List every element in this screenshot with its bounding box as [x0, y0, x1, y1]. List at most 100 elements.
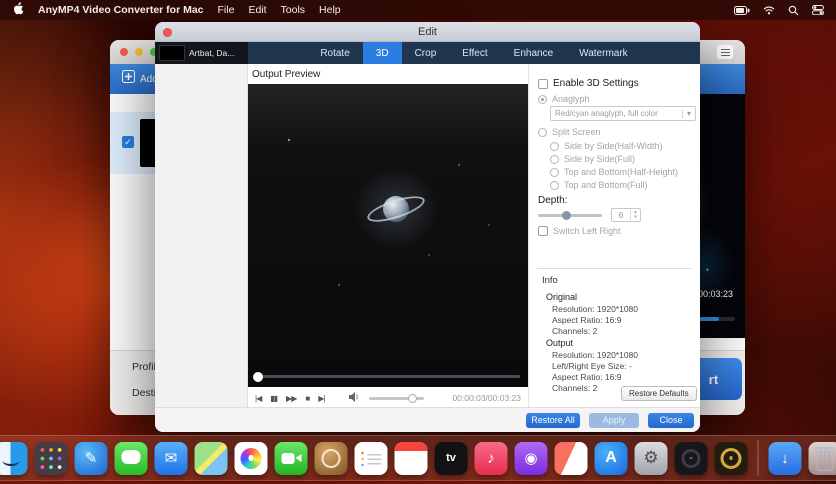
downloads-icon[interactable]: ↓ — [768, 441, 802, 475]
battery-icon[interactable] — [734, 5, 750, 15]
facetime-icon[interactable] — [274, 441, 308, 475]
enable-3d-checkbox[interactable] — [538, 78, 548, 89]
anaglyph-mode-value: Red/cyan anaglyph, full color — [555, 109, 658, 118]
list-view-button[interactable] — [717, 45, 733, 59]
row-checkbox[interactable]: ✓ — [122, 136, 134, 148]
anaglyph-radio[interactable] — [538, 94, 547, 104]
podcasts-icon[interactable]: ◉ — [514, 441, 548, 475]
desktop-wallpaper: AnyMP4 Video Converter for Mac File Edit… — [0, 0, 836, 484]
maps-icon[interactable] — [194, 441, 228, 475]
menubar-app-name[interactable]: AnyMP4 Video Converter for Mac — [38, 4, 204, 16]
output-eye-size: Left/Right Eye Size: - — [552, 361, 632, 371]
dock: ✎ ✉ tv ♪ ◉ A ⚙ ↓ — [0, 435, 836, 481]
depth-slider[interactable] — [538, 211, 602, 220]
next-frame-button[interactable]: ▶| — [318, 394, 325, 403]
minimize-window-button[interactable] — [135, 48, 143, 56]
menu-help[interactable]: Help — [319, 4, 341, 16]
tab-3d[interactable]: 3D — [362, 42, 402, 64]
markup-app-icon[interactable]: ✎ — [74, 441, 108, 475]
pause-button[interactable]: ▮▮ — [270, 394, 278, 403]
tab-enhance[interactable]: Enhance — [501, 42, 566, 64]
close-window-button[interactable] — [120, 48, 128, 56]
top-bottom-half-label: Top and Bottom(Half-Height) — [564, 167, 679, 177]
stop-button[interactable]: ■ — [305, 394, 310, 403]
wifi-icon[interactable] — [763, 5, 775, 15]
disc-app-icon[interactable] — [674, 441, 708, 475]
previous-frame-button[interactable]: |◀ — [255, 394, 262, 403]
system-settings-icon[interactable]: ⚙ — [634, 441, 668, 475]
original-aspect-ratio: Aspect Ratio: 16:9 — [552, 315, 622, 325]
seek-handle[interactable] — [253, 372, 263, 382]
add-file-icon — [122, 70, 135, 88]
top-bottom-full-radio[interactable] — [550, 180, 559, 190]
seek-bar[interactable] — [256, 375, 520, 378]
photos-icon[interactable] — [234, 441, 268, 475]
edit-dialog-title: Edit — [418, 25, 437, 38]
side-by-side-full-radio[interactable] — [550, 154, 559, 164]
clip-duration: 00:03:23 — [697, 289, 733, 299]
note-glyph: ♪ — [487, 449, 495, 467]
close-dialog-button[interactable] — [163, 28, 172, 37]
gear-glyph: ⚙ — [643, 448, 659, 467]
tab-crop[interactable]: Crop — [402, 42, 450, 64]
app-store-icon[interactable]: A — [594, 441, 628, 475]
restore-all-button[interactable]: Restore All — [526, 412, 580, 428]
menu-file[interactable]: File — [218, 4, 235, 16]
anaglyph-label: Anaglyph — [552, 94, 590, 104]
volume-icon[interactable] — [349, 389, 360, 407]
close-button[interactable]: Close — [648, 412, 694, 428]
podcasts-glyph: ◉ — [524, 450, 538, 467]
finder-icon[interactable] — [0, 441, 28, 475]
enable-3d-label: Enable 3D Settings — [553, 78, 639, 89]
edit-titlebar: Edit — [155, 22, 700, 42]
reminders-icon[interactable] — [354, 441, 388, 475]
dock-divider — [757, 440, 759, 476]
video-list-sidebar — [155, 64, 248, 407]
depth-slider-handle[interactable] — [562, 211, 571, 220]
original-channels: Channels: 2 — [552, 326, 598, 336]
tab-watermark[interactable]: Watermark — [566, 42, 641, 64]
pen-glyph: ✎ — [84, 450, 98, 467]
restore-defaults-button[interactable]: Restore Defaults — [621, 386, 697, 401]
split-screen-radio[interactable] — [538, 127, 547, 137]
original-title: Original — [546, 292, 578, 302]
control-center-icon[interactable] — [812, 5, 824, 15]
apple-menu-icon[interactable] — [12, 2, 24, 18]
trash-icon[interactable] — [808, 441, 836, 475]
mail-icon[interactable]: ✉ — [154, 441, 188, 475]
round-brown-app-icon[interactable] — [314, 441, 348, 475]
menu-tools[interactable]: Tools — [281, 4, 306, 16]
edit-tab-bar: Rotate 3D Crop Effect Enhance Watermark — [248, 42, 700, 64]
sidebar-video-label: Artbat, Da... — [189, 48, 235, 58]
apple-tv-icon[interactable]: tv — [434, 441, 468, 475]
video-converter-icon[interactable] — [714, 441, 748, 475]
anaglyph-mode-dropdown[interactable]: Red/cyan anaglyph, full color ▾ — [550, 106, 696, 121]
music-icon[interactable]: ♪ — [474, 441, 508, 475]
info-title: Info — [542, 275, 558, 286]
depth-label: Depth: — [538, 195, 568, 206]
output-title: Output — [546, 338, 574, 348]
launchpad-icon[interactable] — [34, 441, 68, 475]
top-bottom-half-radio[interactable] — [550, 167, 559, 177]
edit-dialog: Edit Artbat, Da... Rotate 3D Crop Effect… — [155, 22, 700, 432]
split-screen-label: Split Screen — [552, 127, 601, 137]
messages-icon[interactable] — [114, 441, 148, 475]
switch-left-right-checkbox[interactable] — [538, 226, 548, 236]
volume-slider[interactable] — [369, 393, 425, 403]
news-icon[interactable] — [554, 441, 588, 475]
apply-button[interactable]: Apply — [589, 412, 639, 428]
depth-value-spinner[interactable]: 6 ▴ ▾ — [611, 208, 641, 222]
search-icon[interactable] — [788, 5, 799, 16]
side-by-side-half-label: Side by Side(Half-Width) — [564, 141, 663, 151]
calendar-icon[interactable] — [394, 441, 428, 475]
tab-effect[interactable]: Effect — [449, 42, 500, 64]
fast-forward-button[interactable]: ▶▶ — [286, 394, 297, 403]
tab-rotate[interactable]: Rotate — [307, 42, 362, 64]
planet-image — [346, 169, 446, 249]
menu-edit[interactable]: Edit — [248, 4, 266, 16]
spinner-down-icon[interactable]: ▾ — [631, 215, 640, 220]
app-store-glyph: A — [605, 449, 617, 466]
volume-handle[interactable] — [407, 393, 417, 403]
side-by-side-half-radio[interactable] — [550, 141, 559, 151]
sidebar-video-item[interactable]: Artbat, Da... — [155, 42, 248, 64]
